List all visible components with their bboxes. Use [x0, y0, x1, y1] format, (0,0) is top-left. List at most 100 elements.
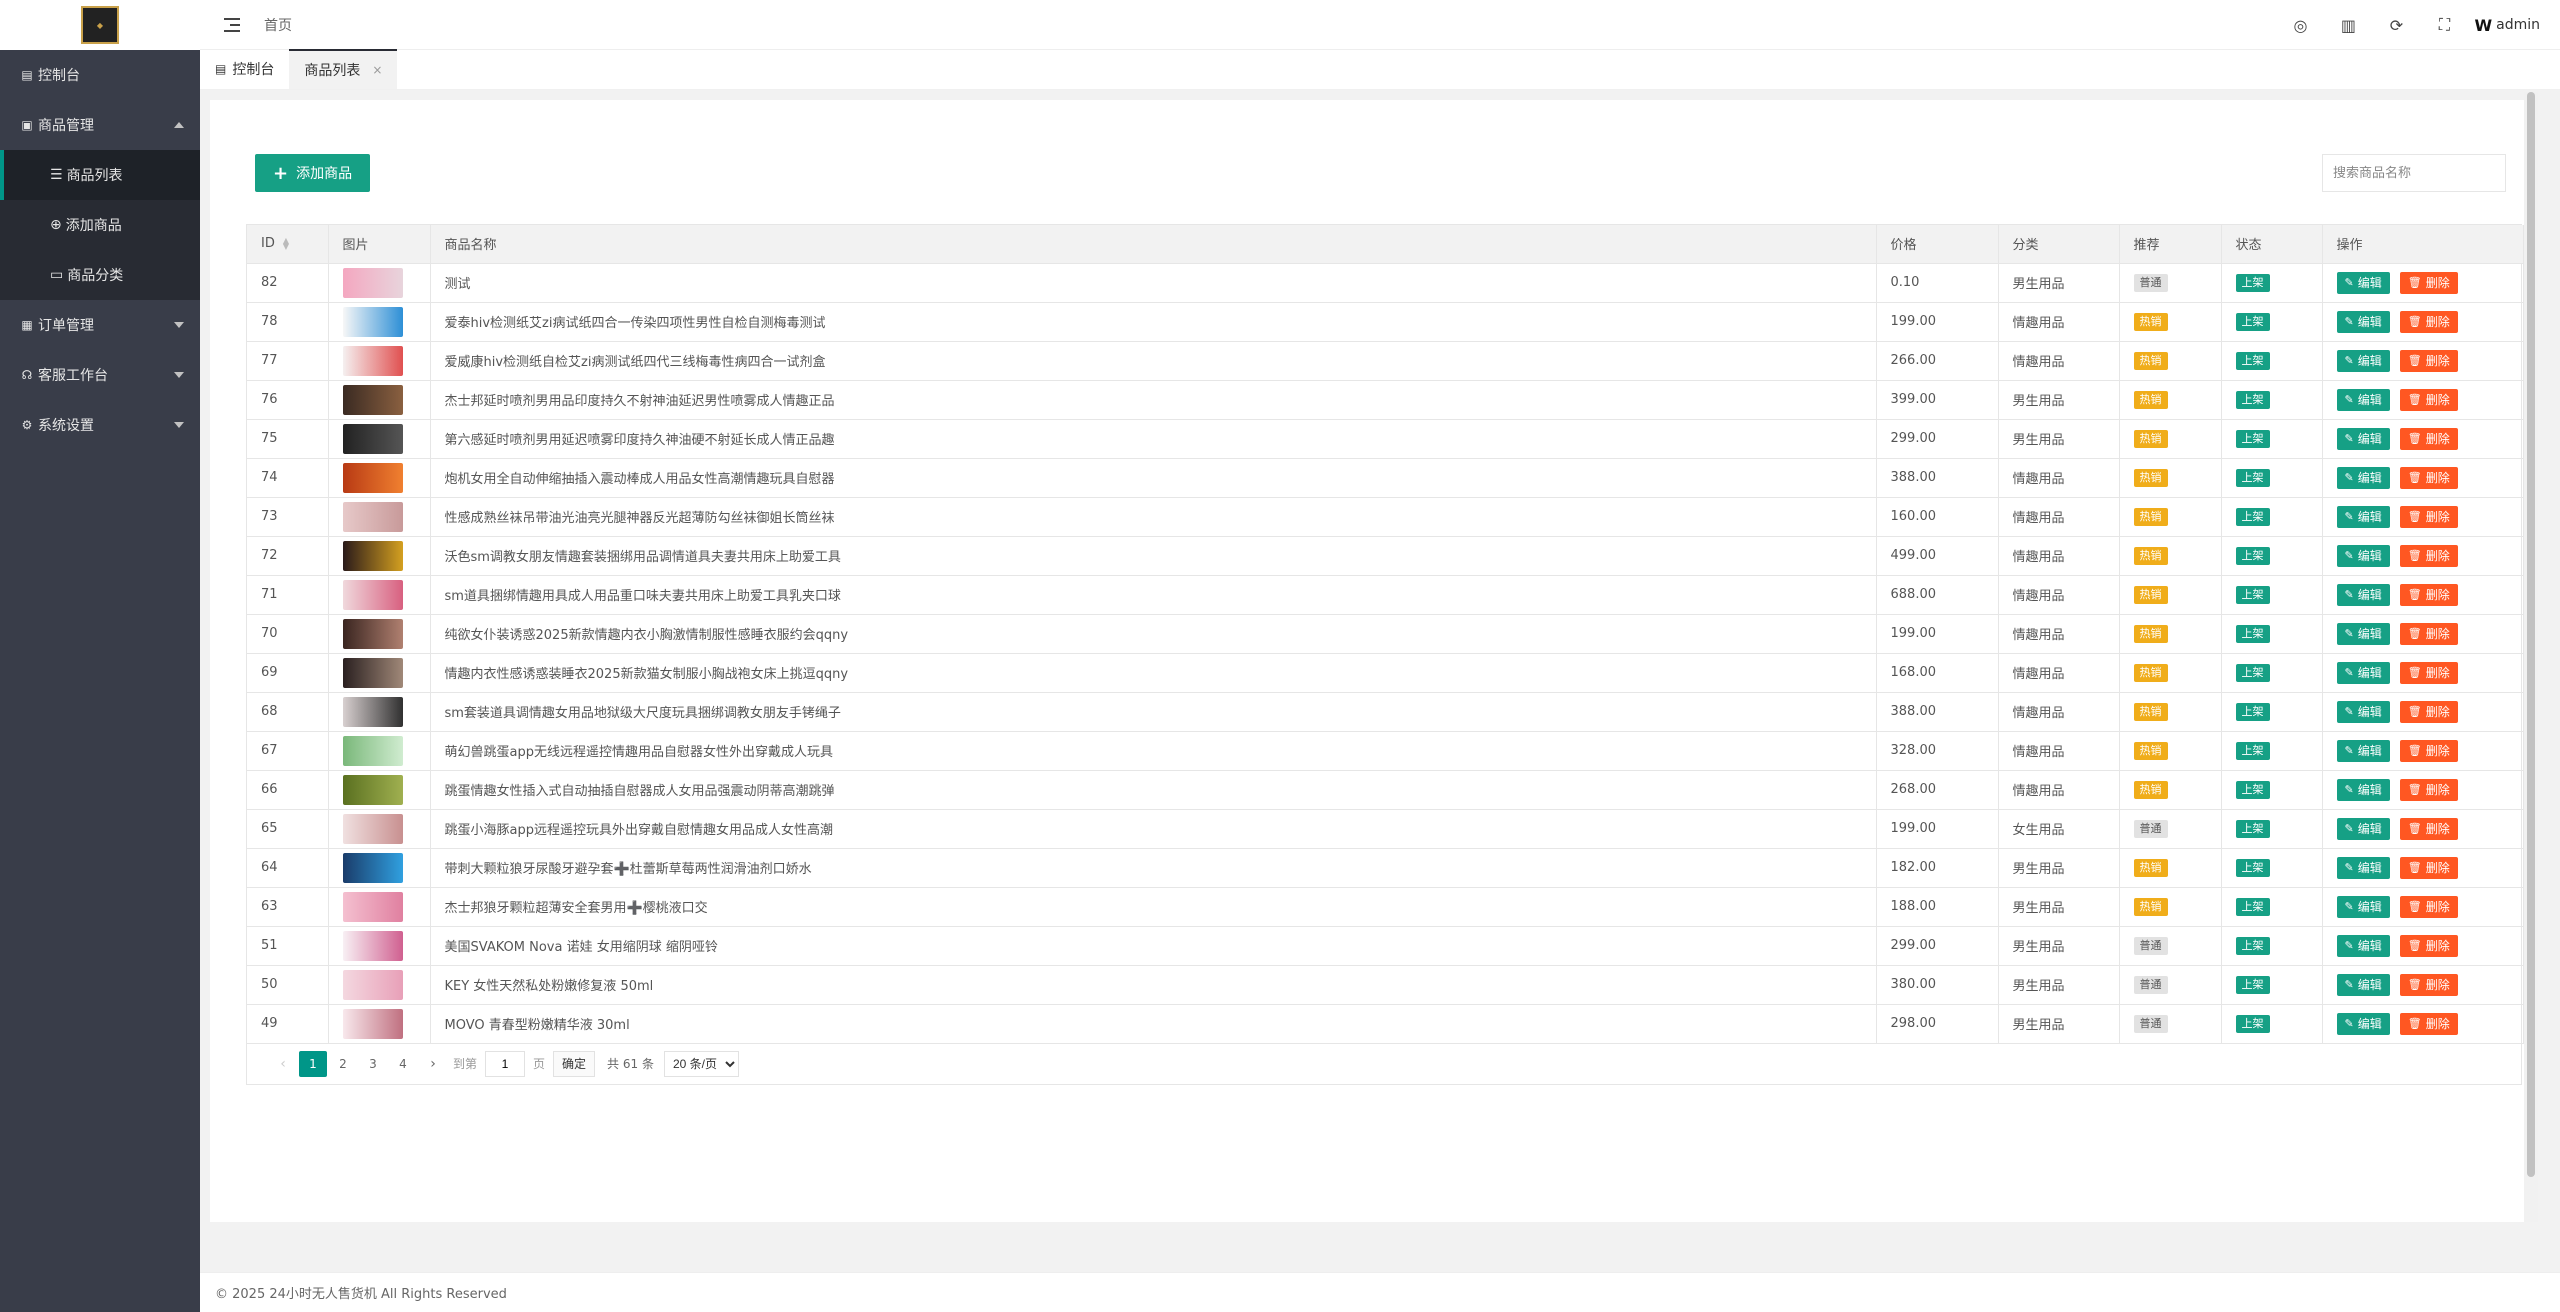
delete-button[interactable]: 🗑 删除 — [2399, 388, 2458, 411]
fullscreen-icon[interactable]: ⛶ — [2420, 0, 2468, 50]
product-thumbnail[interactable] — [342, 345, 403, 376]
tab-dashboard[interactable]: ▤ 控制台 — [200, 49, 289, 89]
edit-button[interactable]: ✎ 编辑 — [2336, 739, 2390, 762]
product-thumbnail[interactable] — [342, 852, 403, 883]
edit-button[interactable]: ✎ 编辑 — [2336, 700, 2390, 723]
delete-button[interactable]: 🗑 删除 — [2399, 271, 2458, 294]
delete-button[interactable]: 🗑 删除 — [2399, 466, 2458, 489]
close-icon[interactable]: × — [372, 63, 382, 77]
delete-button[interactable]: 🗑 删除 — [2399, 934, 2458, 957]
goto-confirm-button[interactable]: 确定 — [553, 1050, 596, 1077]
goto-page-input[interactable] — [485, 1050, 526, 1077]
product-thumbnail[interactable] — [342, 384, 403, 415]
home-link[interactable]: 首页 — [264, 15, 292, 35]
edit-button[interactable]: ✎ 编辑 — [2336, 427, 2390, 450]
product-thumbnail[interactable] — [342, 774, 403, 805]
page-1[interactable]: 1 — [299, 1050, 327, 1077]
edit-button[interactable]: ✎ 编辑 — [2336, 1012, 2390, 1035]
delete-button[interactable]: 🗑 删除 — [2399, 622, 2458, 645]
product-thumbnail[interactable] — [342, 1008, 403, 1039]
delete-button[interactable]: 🗑 删除 — [2399, 544, 2458, 567]
product-thumbnail[interactable] — [342, 969, 403, 1000]
delete-button[interactable]: 🗑 删除 — [2399, 349, 2458, 372]
edit-button[interactable]: ✎ 编辑 — [2336, 934, 2390, 957]
delete-button[interactable]: 🗑 删除 — [2399, 895, 2458, 918]
page-size-select[interactable]: 20 条/页 — [663, 1050, 739, 1077]
globe-icon[interactable]: ◎ — [2276, 0, 2324, 50]
edit-button[interactable]: ✎ 编辑 — [2336, 310, 2390, 333]
sidebar-item-dashboard[interactable]: ▤ 控制台 — [0, 50, 200, 100]
edit-button[interactable]: ✎ 编辑 — [2336, 778, 2390, 801]
delete-button[interactable]: 🗑 删除 — [2399, 661, 2458, 684]
edit-button[interactable]: ✎ 编辑 — [2336, 544, 2390, 567]
edit-button[interactable]: ✎ 编辑 — [2336, 505, 2390, 528]
edit-button[interactable]: ✎ 编辑 — [2336, 622, 2390, 645]
product-thumbnail[interactable] — [342, 735, 403, 766]
product-thumbnail[interactable] — [342, 813, 403, 844]
cell-category: 男生用品 — [1998, 1004, 2120, 1044]
page-4[interactable]: 4 — [389, 1051, 417, 1077]
delete-button[interactable]: 🗑 删除 — [2399, 1012, 2458, 1035]
product-thumbnail[interactable] — [342, 423, 403, 454]
column-header-status: 状态 — [2221, 225, 2323, 264]
product-thumbnail[interactable] — [342, 891, 403, 922]
search-input[interactable] — [2322, 154, 2506, 192]
edit-button[interactable]: ✎ 编辑 — [2336, 895, 2390, 918]
product-thumbnail[interactable] — [342, 462, 403, 493]
sidebar-item-order-management[interactable]: ▦ 订单管理 — [0, 300, 200, 350]
product-thumbnail[interactable] — [342, 657, 403, 688]
sidebar-item-add-product[interactable]: ⊕ 添加商品 — [0, 200, 200, 250]
clear-cache-icon[interactable]: ▥ — [2324, 0, 2372, 50]
product-thumbnail[interactable] — [342, 930, 403, 961]
edit-label: 编辑 — [2357, 783, 2382, 797]
sidebar-item-product-list[interactable]: ☰ 商品列表 — [0, 150, 200, 200]
product-thumbnail[interactable] — [342, 267, 403, 298]
delete-button[interactable]: 🗑 删除 — [2399, 583, 2458, 606]
page-3[interactable]: 3 — [359, 1051, 387, 1077]
edit-button[interactable]: ✎ 编辑 — [2336, 661, 2390, 684]
product-thumbnail[interactable] — [342, 306, 403, 337]
delete-button[interactable]: 🗑 删除 — [2399, 973, 2458, 996]
sidebar-item-product-category[interactable]: ▭ 商品分类 — [0, 250, 200, 300]
next-page-icon[interactable]: › — [419, 1051, 447, 1077]
delete-button[interactable]: 🗑 删除 — [2399, 778, 2458, 801]
product-thumbnail[interactable] — [342, 579, 403, 610]
delete-button[interactable]: 🗑 删除 — [2399, 739, 2458, 762]
user-menu[interactable]: W admin — [2474, 16, 2540, 35]
edit-button[interactable]: ✎ 编辑 — [2336, 856, 2390, 879]
page-2[interactable]: 2 — [329, 1051, 357, 1077]
sidebar-item-product-management[interactable]: ▣ 商品管理 — [0, 100, 200, 150]
tab-product-list[interactable]: 商品列表 × — [289, 49, 398, 89]
edit-button[interactable]: ✎ 编辑 — [2336, 466, 2390, 489]
edit-button[interactable]: ✎ 编辑 — [2336, 817, 2390, 840]
product-thumbnail[interactable] — [342, 501, 403, 532]
delete-button[interactable]: 🗑 删除 — [2399, 856, 2458, 879]
edit-button[interactable]: ✎ 编辑 — [2336, 349, 2390, 372]
prev-page-icon[interactable]: ‹ — [269, 1051, 297, 1077]
cell-price: 266.00 — [1876, 341, 1999, 381]
product-thumbnail[interactable] — [342, 696, 403, 727]
column-header-id[interactable]: ID ▲ ▼ — [247, 225, 329, 264]
add-product-button[interactable]: + 添加商品 — [255, 154, 371, 192]
refresh-icon[interactable]: ⟳ — [2372, 0, 2420, 50]
delete-button[interactable]: 🗑 删除 — [2399, 505, 2458, 528]
edit-button[interactable]: ✎ 编辑 — [2336, 973, 2390, 996]
delete-button[interactable]: 🗑 删除 — [2399, 700, 2458, 723]
delete-button[interactable]: 🗑 删除 — [2399, 310, 2458, 333]
product-thumbnail[interactable] — [342, 618, 403, 649]
cell-id: 76 — [247, 380, 329, 420]
logo[interactable]: ◆ — [81, 6, 119, 44]
sort-icon[interactable]: ▲ ▼ — [283, 236, 289, 250]
delete-label: 删除 — [2425, 666, 2450, 680]
scrollbar[interactable] — [2524, 92, 2538, 1222]
delete-button[interactable]: 🗑 删除 — [2399, 427, 2458, 450]
edit-button[interactable]: ✎ 编辑 — [2336, 583, 2390, 606]
menu-toggle-icon[interactable] — [224, 17, 240, 32]
edit-button[interactable]: ✎ 编辑 — [2336, 388, 2390, 411]
delete-button[interactable]: 🗑 删除 — [2399, 817, 2458, 840]
sidebar-item-service-desk[interactable]: ☊ 客服工作台 — [0, 350, 200, 400]
edit-button[interactable]: ✎ 编辑 — [2336, 271, 2390, 294]
scrollbar-thumb[interactable] — [2527, 92, 2535, 1177]
sidebar-item-system-settings[interactable]: ⚙ 系统设置 — [0, 400, 200, 450]
product-thumbnail[interactable] — [342, 540, 403, 571]
